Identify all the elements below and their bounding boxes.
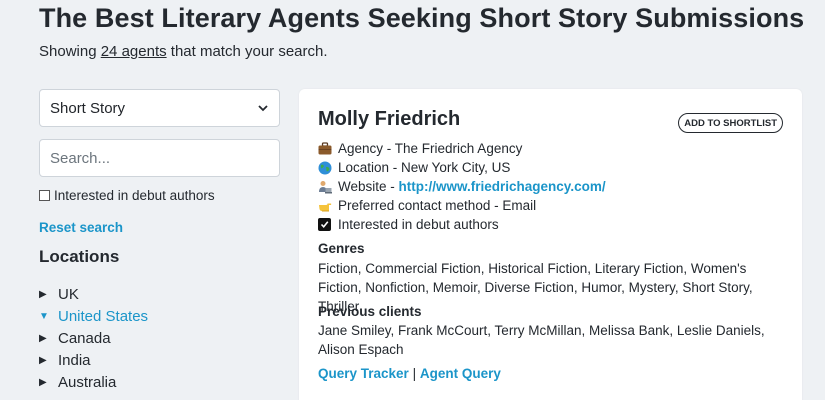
location-label: India bbox=[58, 351, 91, 369]
globe-icon bbox=[318, 161, 338, 175]
page-title: The Best Literary Agents Seeking Short S… bbox=[39, 3, 805, 33]
website-prefix: Website - bbox=[338, 179, 395, 194]
agent-location: Location - New York City, US bbox=[318, 158, 606, 177]
debut-checkbox[interactable] bbox=[39, 190, 50, 201]
agent-debut: Interested in debut authors bbox=[318, 215, 606, 234]
add-to-shortlist-button[interactable]: ADD TO SHORTLIST bbox=[678, 113, 783, 133]
location-item-canada[interactable]: ▶ Canada bbox=[39, 327, 148, 349]
search-input[interactable] bbox=[39, 139, 280, 177]
genre-select-value: Short Story bbox=[50, 99, 126, 117]
results-count-link[interactable]: 24 agents bbox=[101, 43, 167, 60]
genres-heading: Genres bbox=[318, 241, 365, 256]
agency-text: Agency - The Friedrich Agency bbox=[338, 141, 523, 156]
agent-website: Website - http://www.friedrichagency.com… bbox=[318, 177, 606, 196]
agent-links: Query Tracker | Agent Query bbox=[318, 366, 501, 381]
agent-name: Molly Friedrich bbox=[318, 108, 461, 130]
debut-filter-label: Interested in debut authors bbox=[54, 188, 215, 203]
location-label: United States bbox=[58, 307, 149, 325]
triangle-right-icon: ▶ bbox=[39, 354, 47, 366]
link-separator: | bbox=[412, 366, 417, 381]
query-tracker-link[interactable]: Query Tracker bbox=[318, 366, 409, 381]
locations-heading: Locations bbox=[39, 247, 120, 266]
agent-contact: Preferred contact method - Email bbox=[318, 196, 606, 215]
locations-list: ▶ UK ▼ United States ▶ Canada ▶ India ▶ … bbox=[39, 283, 148, 393]
agent-card: Molly Friedrich ADD TO SHORTLIST Agency … bbox=[299, 89, 802, 400]
pointing-hand-icon bbox=[318, 199, 338, 212]
agent-query-link[interactable]: Agent Query bbox=[420, 366, 501, 381]
triangle-right-icon: ▶ bbox=[39, 376, 47, 388]
results-suffix: that match your search. bbox=[170, 43, 328, 60]
reset-search-link[interactable]: Reset search bbox=[39, 220, 123, 235]
checkbox-checked-icon bbox=[318, 218, 338, 231]
results-summary: Showing 24 agents that match your search… bbox=[39, 43, 328, 60]
debut-authors-filter[interactable]: Interested in debut authors bbox=[39, 188, 215, 203]
briefcase-icon bbox=[318, 142, 338, 155]
person-at-computer-icon bbox=[318, 180, 338, 194]
debut-text: Interested in debut authors bbox=[338, 217, 499, 232]
triangle-right-icon: ▶ bbox=[39, 288, 47, 300]
results-prefix: Showing bbox=[39, 43, 97, 60]
location-label: Canada bbox=[58, 329, 111, 347]
clients-heading: Previous clients bbox=[318, 304, 422, 319]
location-text: Location - New York City, US bbox=[338, 160, 511, 175]
genre-select[interactable]: Short Story bbox=[39, 89, 280, 127]
location-label: Australia bbox=[58, 373, 117, 391]
website-link[interactable]: http://www.friedrichagency.com/ bbox=[399, 179, 606, 194]
location-item-united-states[interactable]: ▼ United States bbox=[39, 305, 148, 327]
location-label: UK bbox=[58, 285, 79, 303]
location-item-india[interactable]: ▶ India bbox=[39, 349, 148, 371]
location-item-uk[interactable]: ▶ UK bbox=[39, 283, 148, 305]
agent-agency: Agency - The Friedrich Agency bbox=[318, 139, 606, 158]
triangle-right-icon: ▶ bbox=[39, 332, 47, 344]
clients-list: Jane Smiley, Frank McCourt, Terry McMill… bbox=[318, 323, 765, 357]
location-item-australia[interactable]: ▶ Australia bbox=[39, 371, 148, 393]
agent-info-list: Agency - The Friedrich Agency Location -… bbox=[318, 139, 606, 234]
chevron-down-icon bbox=[258, 105, 268, 112]
triangle-down-icon: ▼ bbox=[39, 310, 49, 322]
contact-text: Preferred contact method - Email bbox=[338, 198, 537, 213]
